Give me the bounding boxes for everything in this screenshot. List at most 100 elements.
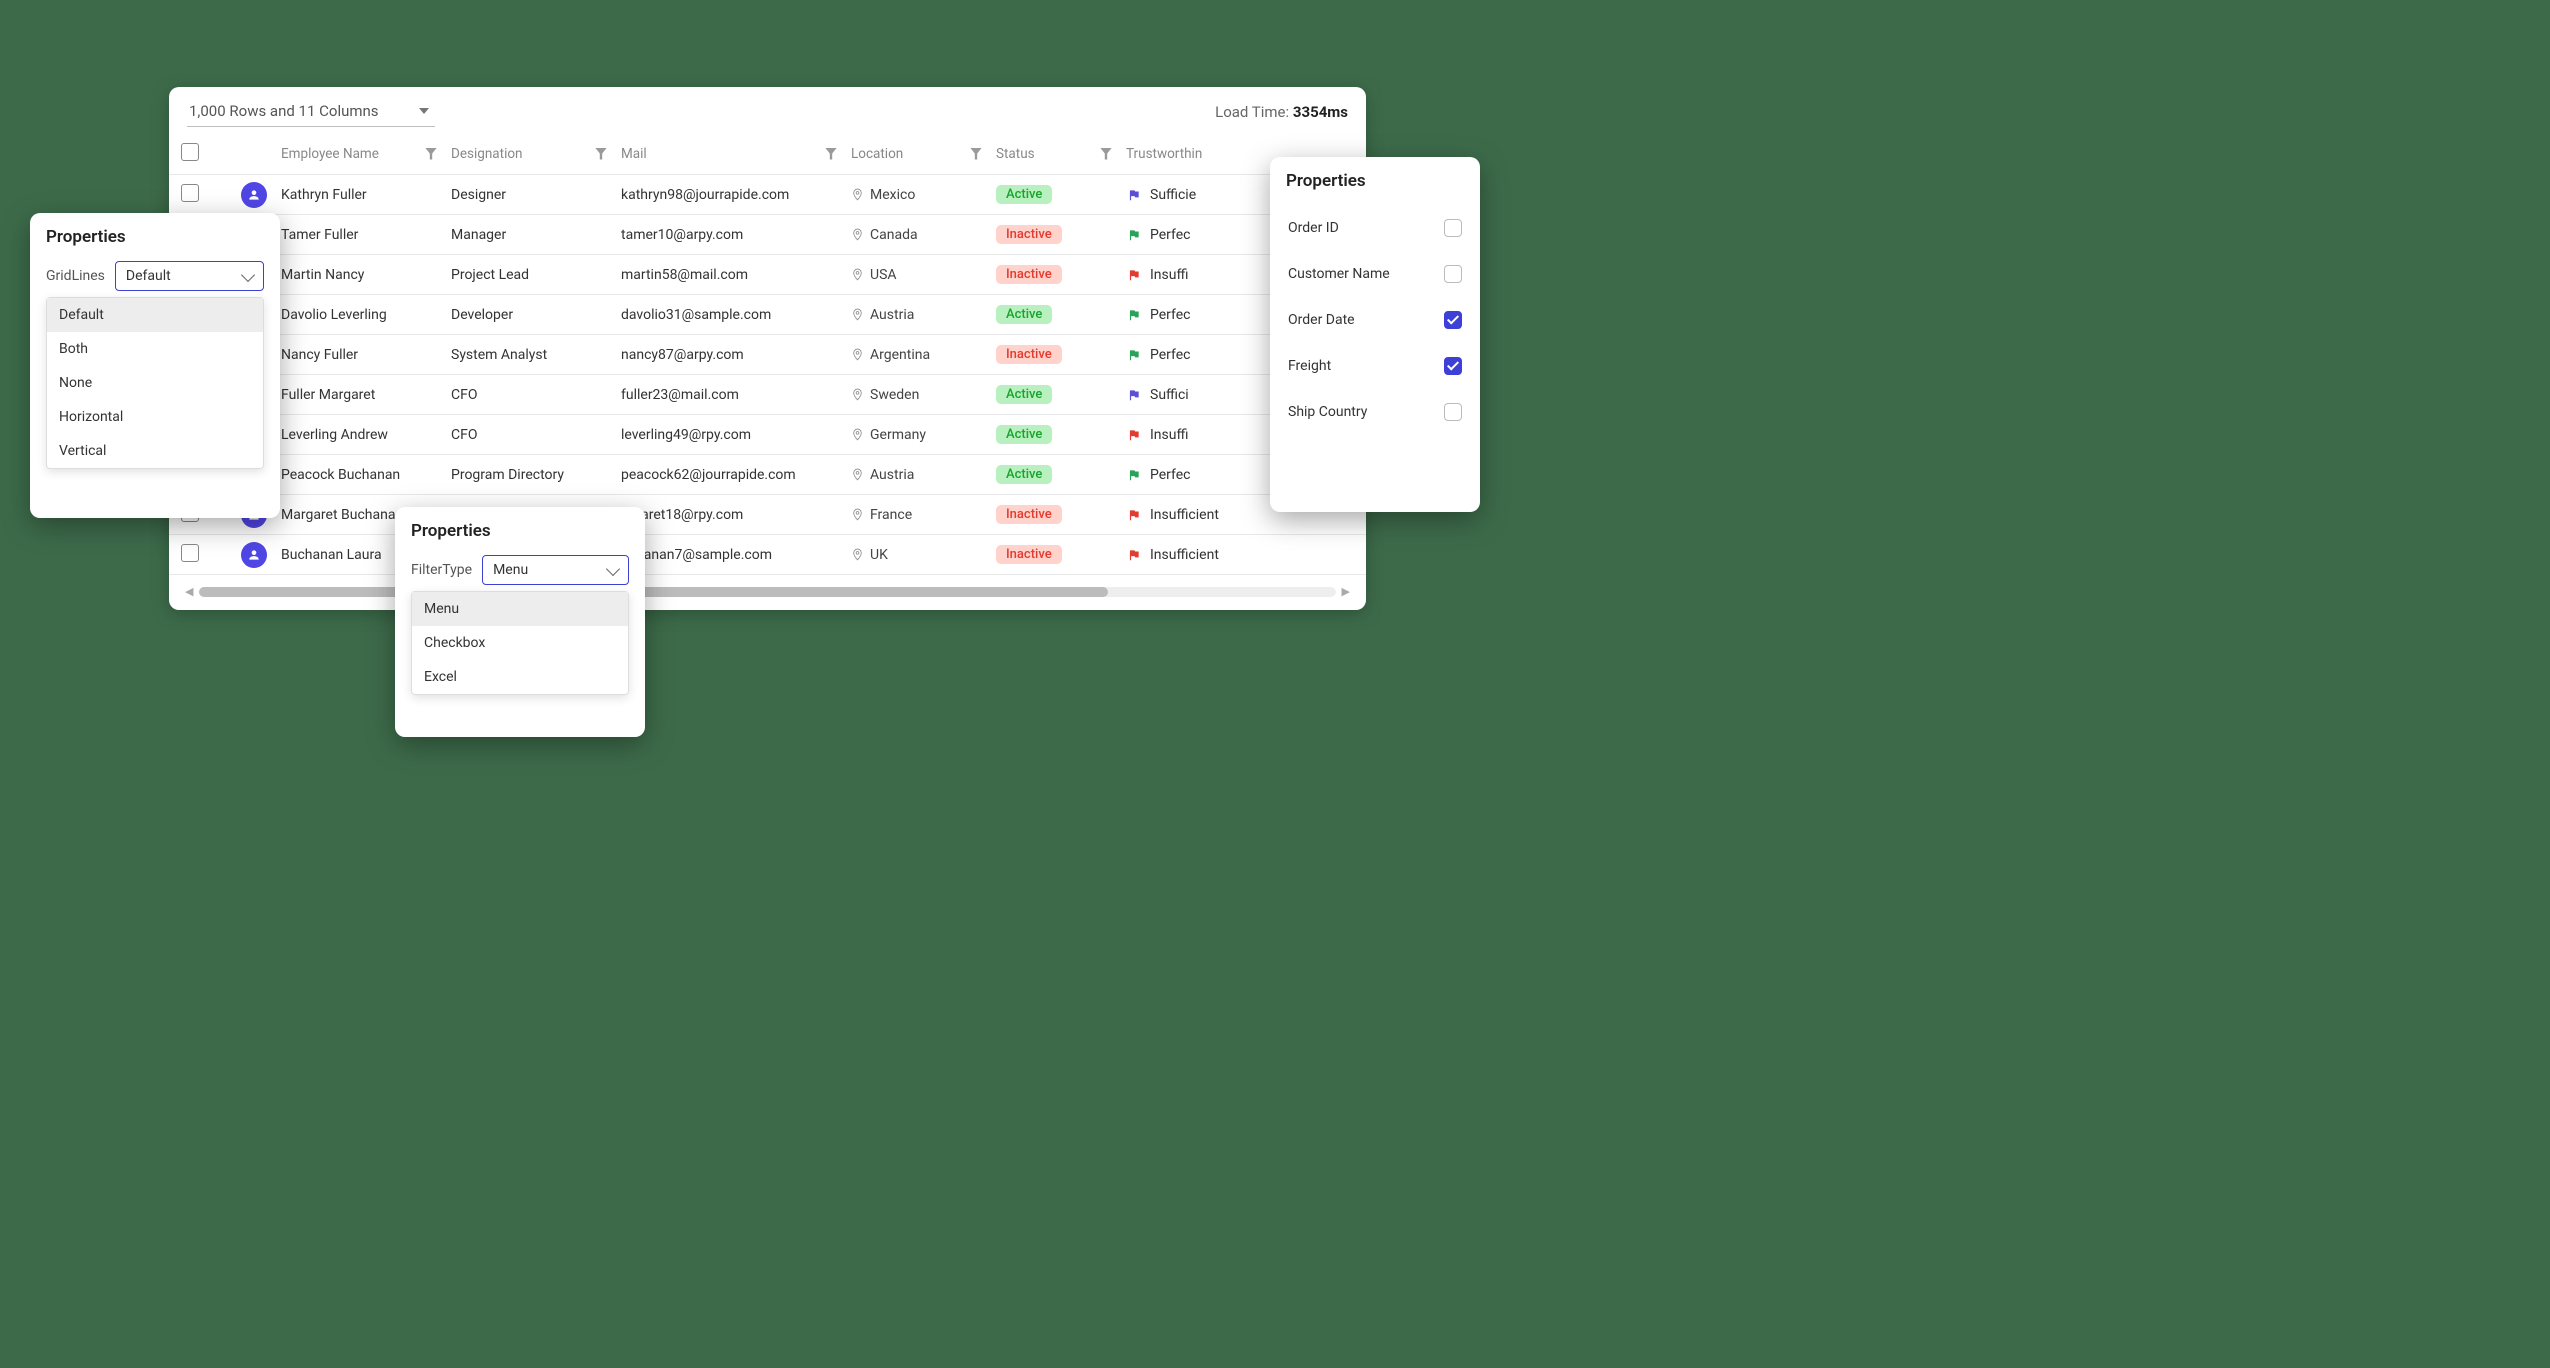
location-pin-icon — [851, 388, 864, 401]
gridlines-option[interactable]: None — [47, 366, 263, 400]
status-badge: Active — [996, 385, 1052, 404]
row-checkbox[interactable] — [181, 184, 199, 202]
gridlines-option[interactable]: Default — [47, 298, 263, 332]
cell-location: Argentina — [851, 347, 996, 363]
cell-mail: martin58@mail.com — [621, 267, 851, 283]
cell-status: Inactive — [996, 225, 1126, 244]
horizontal-scrollbar[interactable] — [199, 587, 1335, 597]
cell-location: UK — [851, 547, 996, 563]
location-pin-icon — [851, 348, 864, 361]
table-row[interactable]: Tamer FullerManagertamer10@arpy.comCanad… — [169, 215, 1366, 255]
gridlines-option[interactable]: Vertical — [47, 434, 263, 468]
table-row[interactable]: Buchanan Laurauchanan7@sample.comUKInact… — [169, 535, 1366, 575]
cell-trust: Sufficie — [1126, 187, 1261, 203]
properties-panel-filter: Properties FilterType Menu MenuCheckboxE… — [395, 507, 645, 737]
cell-location: Canada — [851, 227, 996, 243]
cell-location: USA — [851, 267, 996, 283]
trust-header-label: Trustworthin — [1126, 146, 1202, 162]
flag-icon — [1126, 308, 1142, 322]
column-chooser-checkbox[interactable] — [1444, 357, 1462, 375]
table-row[interactable]: Martin NancyProject Leadmartin58@mail.co… — [169, 255, 1366, 295]
cell-trust: Insuffi — [1126, 427, 1261, 443]
cell-name: Peacock Buchanan — [281, 467, 451, 483]
column-header-trust[interactable]: Trustworthin — [1126, 146, 1261, 162]
cell-name: Kathryn Fuller — [281, 187, 451, 203]
filter-icon[interactable] — [825, 148, 837, 160]
table-row[interactable]: Davolio LeverlingDeveloperdavolio31@samp… — [169, 295, 1366, 335]
flag-icon — [1126, 428, 1142, 442]
filter-icon[interactable] — [1100, 148, 1112, 160]
cell-designation: Project Lead — [451, 267, 621, 283]
cell-designation: CFO — [451, 427, 621, 443]
gridlines-combobox[interactable]: Default — [115, 261, 264, 291]
location-pin-icon — [851, 468, 864, 481]
flag-icon — [1126, 508, 1142, 522]
select-all-checkbox[interactable] — [181, 143, 199, 161]
cell-mail: uchanan7@sample.com — [621, 547, 851, 563]
location-pin-icon — [851, 428, 864, 441]
scroll-left-icon[interactable]: ◀ — [185, 585, 193, 598]
column-chooser-item[interactable]: Order Date — [1286, 297, 1464, 343]
filtertype-combobox[interactable]: Menu — [482, 555, 629, 585]
load-time-display: Load Time: 3354ms — [1215, 103, 1348, 121]
filter-icon[interactable] — [970, 148, 982, 160]
status-badge: Inactive — [996, 545, 1062, 564]
cell-name: Martin Nancy — [281, 267, 451, 283]
table-row[interactable]: Margaret Buchananargaret18@rpy.comFrance… — [169, 495, 1366, 535]
scrollbar-thumb[interactable] — [199, 587, 1108, 597]
column-chooser-item[interactable]: Customer Name — [1286, 251, 1464, 297]
cell-status: Inactive — [996, 265, 1126, 284]
gridlines-option[interactable]: Both — [47, 332, 263, 366]
panel-title: Properties — [411, 521, 629, 541]
column-header-status[interactable]: Status — [996, 146, 1126, 162]
cell-trust: Suffici — [1126, 387, 1261, 403]
filtertype-option[interactable]: Menu — [412, 592, 628, 626]
panel-title: Properties — [46, 227, 264, 247]
status-badge: Active — [996, 305, 1052, 324]
cell-status: Inactive — [996, 545, 1126, 564]
filtertype-option[interactable]: Checkbox — [412, 626, 628, 660]
cell-designation: System Analyst — [451, 347, 621, 363]
row-checkbox[interactable] — [181, 544, 199, 562]
table-row[interactable]: Kathryn FullerDesignerkathryn98@jourrapi… — [169, 175, 1366, 215]
row-count-selector[interactable]: 1,000 Rows and 11 Columns — [187, 98, 435, 127]
status-badge: Inactive — [996, 345, 1062, 364]
cell-trust: Perfec — [1126, 227, 1261, 243]
column-header-location[interactable]: Location — [851, 146, 996, 162]
table-row[interactable]: Nancy FullerSystem Analystnancy87@arpy.c… — [169, 335, 1366, 375]
column-header-designation[interactable]: Designation — [451, 146, 621, 162]
cell-name: Nancy Fuller — [281, 347, 451, 363]
flag-icon — [1126, 468, 1142, 482]
column-chooser-item[interactable]: Freight — [1286, 343, 1464, 389]
chevron-down-icon — [606, 561, 620, 575]
column-chooser-checkbox[interactable] — [1444, 311, 1462, 329]
column-chooser-checkbox[interactable] — [1444, 403, 1462, 421]
column-chooser-checkbox[interactable] — [1444, 219, 1462, 237]
column-header-mail[interactable]: Mail — [621, 146, 851, 162]
column-chooser-item[interactable]: Order ID — [1286, 205, 1464, 251]
scroll-right-icon[interactable]: ▶ — [1342, 585, 1350, 598]
gridlines-option[interactable]: Horizontal — [47, 400, 263, 434]
cell-trust: Perfec — [1126, 307, 1261, 323]
filtertype-option[interactable]: Excel — [412, 660, 628, 694]
flag-icon — [1126, 348, 1142, 362]
location-pin-icon — [851, 228, 864, 241]
filter-icon[interactable] — [425, 148, 437, 160]
cell-location: Germany — [851, 427, 996, 443]
cell-designation: CFO — [451, 387, 621, 403]
table-row[interactable]: Peacock BuchananProgram Directorypeacock… — [169, 455, 1366, 495]
column-chooser-checkbox[interactable] — [1444, 265, 1462, 283]
column-chooser-label: Ship Country — [1288, 404, 1367, 420]
column-header-name[interactable]: Employee Name — [281, 146, 451, 162]
column-chooser-item[interactable]: Ship Country — [1286, 389, 1464, 435]
cell-trust: Insufficient — [1126, 547, 1261, 563]
table-row[interactable]: Fuller MargaretCFOfuller23@mail.comSwede… — [169, 375, 1366, 415]
cell-location: Austria — [851, 307, 996, 323]
gridlines-dropdown: DefaultBothNoneHorizontalVertical — [46, 297, 264, 469]
filter-icon[interactable] — [595, 148, 607, 160]
flag-icon — [1126, 188, 1142, 202]
cell-location: France — [851, 507, 996, 523]
table-row[interactable]: Leverling AndrewCFOleverling49@rpy.comGe… — [169, 415, 1366, 455]
location-pin-icon — [851, 548, 864, 561]
cell-designation: Manager — [451, 227, 621, 243]
